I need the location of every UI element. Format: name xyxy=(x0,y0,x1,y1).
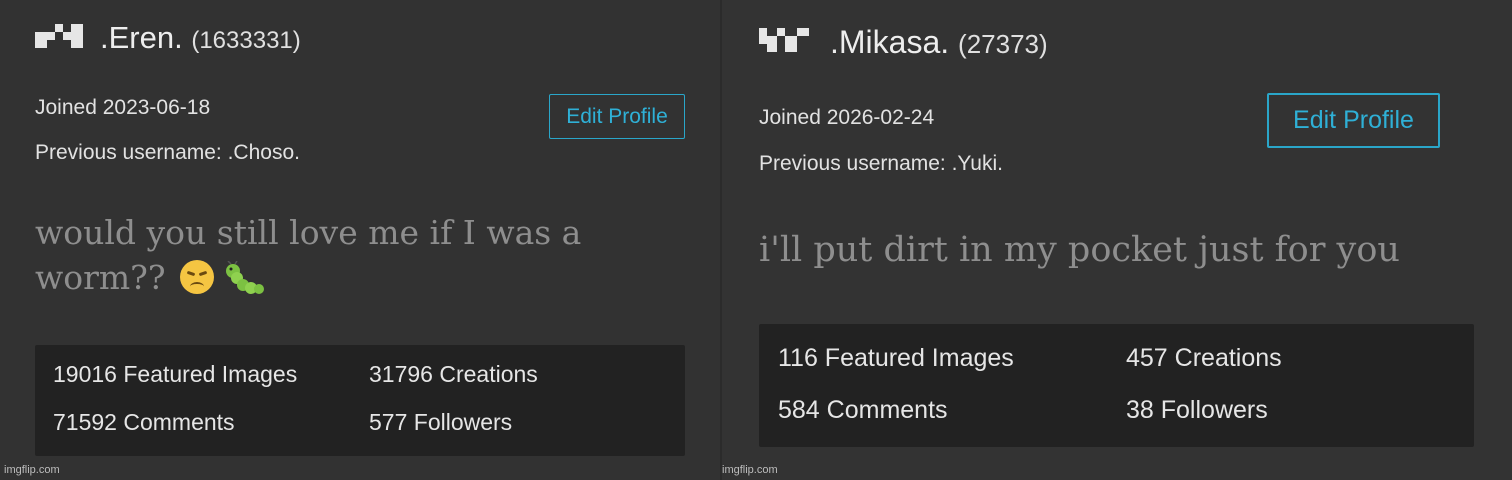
profile-bio: would you still love me if I was a worm?… xyxy=(35,210,581,306)
username: .Mikasa. xyxy=(830,24,950,60)
profile-panel-mikasa: .Mikasa. (27373) Joined 2026-02-24 Previ… xyxy=(722,0,1512,480)
profile-bio: i'll put dirt in my pocket just for you xyxy=(759,230,1400,270)
joined-date: Joined 2023-06-18 xyxy=(35,96,211,119)
featured-images-stat[interactable]: 116 Featured Images xyxy=(778,344,1014,373)
previous-username: Previous username: .Choso. xyxy=(35,141,300,164)
imgflip-watermark: imgflip.com xyxy=(722,464,778,476)
creations-stat[interactable]: 31796 Creations xyxy=(369,361,538,388)
comparison-image: .Eren. (1633331) Joined 2023-06-18 Previ… xyxy=(0,0,1512,480)
edit-profile-button[interactable]: Edit Profile xyxy=(1267,93,1440,148)
user-id: (1633331) xyxy=(191,27,301,54)
previous-username: Previous username: .Yuki. xyxy=(759,152,1003,175)
imgflip-watermark: imgflip.com xyxy=(4,464,60,476)
followers-stat[interactable]: 38 Followers xyxy=(1126,396,1268,425)
username-heading: .Eren. (1633331) xyxy=(100,20,301,56)
followers-stat[interactable]: 577 Followers xyxy=(369,409,512,436)
comments-stat[interactable]: 71592 Comments xyxy=(53,409,235,436)
bio-line-2: worm?? xyxy=(35,255,581,306)
user-id: (27373) xyxy=(958,29,1048,59)
bio-line-2-text: worm?? xyxy=(35,258,166,297)
username-heading: .Mikasa. (27373) xyxy=(830,24,1048,61)
username: .Eren. xyxy=(100,20,183,55)
profile-stats-box: 19016 Featured Images 31796 Creations 71… xyxy=(35,345,685,456)
featured-images-stat[interactable]: 19016 Featured Images xyxy=(53,361,297,388)
creations-stat[interactable]: 457 Creations xyxy=(1126,344,1282,373)
bio-line-1: would you still love me if I was a xyxy=(35,213,582,252)
pixel-avatar-icon[interactable] xyxy=(35,24,83,48)
edit-profile-button[interactable]: Edit Profile xyxy=(549,94,685,139)
profile-panel-eren: .Eren. (1633331) Joined 2023-06-18 Previ… xyxy=(0,0,720,480)
disappointed-face-icon xyxy=(180,260,215,294)
joined-date: Joined 2026-02-24 xyxy=(759,106,935,129)
comments-stat[interactable]: 584 Comments xyxy=(778,396,948,425)
caterpillar-icon xyxy=(225,260,265,306)
profile-stats-box: 116 Featured Images 457 Creations 584 Co… xyxy=(759,324,1474,447)
pixel-avatar-icon[interactable] xyxy=(759,28,809,52)
